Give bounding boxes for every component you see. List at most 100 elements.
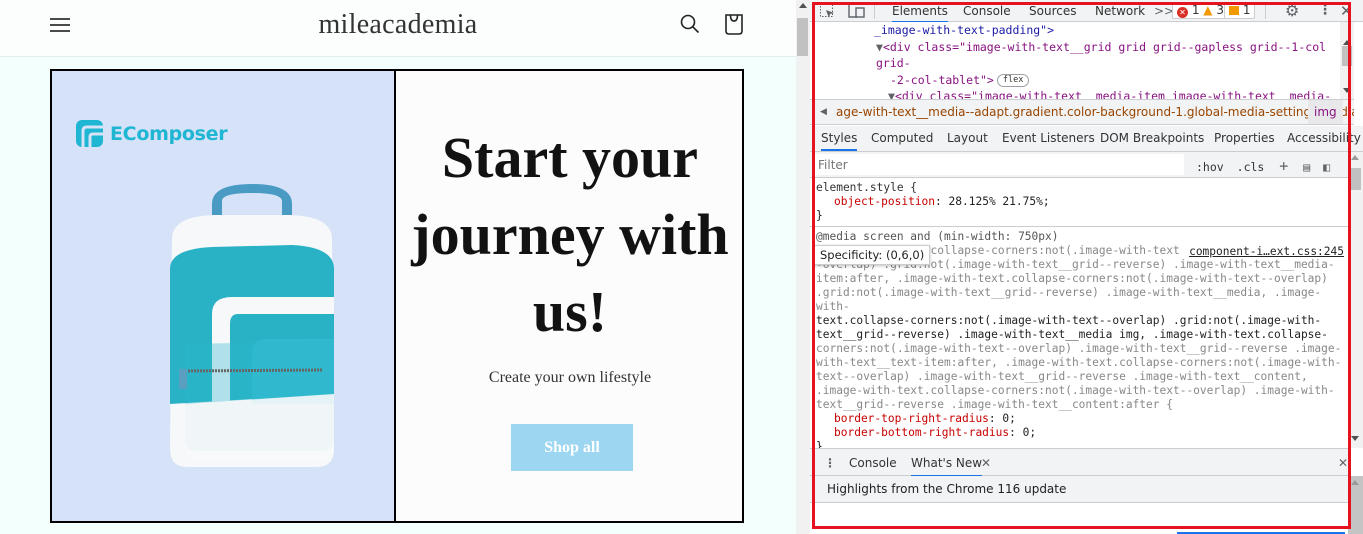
drawer-tab-whats-new[interactable]: What's New [911,456,983,477]
image-with-text-section: EComposer Start your journey with us! Cr… [50,69,744,523]
dom-tree-scrollbar[interactable] [1340,22,1354,99]
scroll-up-arrow-icon[interactable] [799,3,807,8]
tab-console[interactable]: Console [963,4,1011,18]
devtools-panel: Elements Console Sources Network >> ✕ 1 … [810,0,1363,534]
paint-brush-icon[interactable]: ▤ [1303,160,1310,174]
expand-arrow-icon[interactable]: ▼ [888,89,895,99]
text-panel: Start your journey with us! Create your … [398,71,742,521]
search-icon[interactable] [679,13,701,35]
property-name[interactable]: border-bottom-right-radius [834,426,1009,439]
issues-badge[interactable]: 1 [1224,2,1256,19]
selector-line: corners:not(.image-with-text--overlap) .… [816,342,1342,355]
style-declaration[interactable]: object-position: 28.125% 21.75%; [816,195,1342,209]
new-style-rule-icon[interactable]: + [1279,157,1288,175]
tab-layout[interactable]: Layout [947,131,988,145]
inspect-element-icon[interactable] [820,4,835,18]
ecomposer-logo-icon [76,120,103,147]
error-count: 1 [1191,3,1200,17]
error-icon: ✕ [1177,7,1188,18]
whats-new-content [810,503,1348,534]
dom-tree[interactable]: _image-with-text-padding"> ▼<div class="… [810,22,1340,99]
stylesheet-source-link[interactable]: component-i…ext.css:245 [1181,245,1344,259]
close-devtools-icon[interactable]: ✕ [1340,2,1353,20]
element-style-rule[interactable]: element.style { object-position: 28.125%… [810,178,1348,227]
style-declaration[interactable]: border-bottom-right-radius: 0; [816,426,1342,440]
media-query: @media screen and (min-width: 750px) [816,230,1059,243]
scroll-down-arrow-icon[interactable] [1351,436,1359,441]
hov-toggle[interactable]: :hov [1196,160,1224,174]
device-toolbar-icon[interactable] [848,4,865,18]
toggle-sidebar-icon[interactable]: ◧ [1323,160,1330,174]
property-value[interactable]: 0; [1023,426,1036,439]
dom-node-text: <div class="image-with-text__media-item … [894,89,1332,99]
rule-selector: .image-with-text.collapse-corners:not(.i… [816,244,1342,412]
style-declaration[interactable]: border-top-right-radius: 0; [816,412,1342,426]
toolbar-divider [874,3,875,19]
scroll-up-arrow-icon[interactable] [1351,480,1359,485]
selector-line: .image-with-text.collapse-corners:not(.i… [816,384,1335,397]
rule-selector: element.style { [816,181,918,194]
tab-event-listeners[interactable]: Event Listeners [1002,131,1095,145]
selector-line: text__grid--reverse) .image-with-text__m… [816,328,1328,341]
dom-line[interactable]: ▼<div class="image-with-text__media-item… [810,88,1340,99]
tab-properties[interactable]: Properties [1214,131,1275,145]
selector-line: item:after, .image-with-text.collapse-co… [816,272,1328,285]
cart-icon[interactable] [723,12,745,36]
close-drawer-icon[interactable]: ✕ [1338,456,1348,470]
tab-computed[interactable]: Computed [871,131,933,145]
devtools-toolbar: Elements Console Sources Network >> ✕ 1 … [810,0,1363,23]
more-options-icon[interactable]: ⋮ [1318,2,1332,18]
styles-scrollbar[interactable] [1348,152,1363,448]
tab-styles[interactable]: Styles [821,131,858,151]
error-warning-badge[interactable]: ✕ 1 ▲ 3 [1172,2,1229,19]
styles-pane-tabs: Styles Computed Layout Event Listeners D… [810,126,1363,152]
shop-all-button[interactable]: Shop all [511,424,633,471]
close-tab-icon[interactable]: ✕ [981,456,991,470]
toolbar-divider [1265,3,1266,19]
dom-line[interactable]: ▼<div class="image-with-text__grid grid … [810,39,1340,72]
media-panel: EComposer [52,71,396,521]
tab-accessibility[interactable]: Accessibility [1287,131,1361,145]
dom-line[interactable]: _image-with-text-padding"> [810,22,1340,39]
whats-new-headline[interactable]: Highlights from the Chrome 116 update [810,476,1348,503]
cls-toggle[interactable]: .cls [1237,160,1265,174]
store-name[interactable]: mileacademia [0,9,796,41]
styles-filter-input[interactable] [814,154,1184,175]
issues-icon [1229,6,1239,15]
scroll-down-arrow-icon[interactable] [1343,88,1351,93]
drawer-scrollbar[interactable] [1348,476,1363,534]
tab-elements[interactable]: Elements [892,4,948,23]
dom-node-text: <div class="image-with-text__grid grid g… [876,39,1327,71]
settings-gear-icon[interactable]: ⚙ [1285,1,1299,20]
tab-network[interactable]: Network [1095,4,1145,18]
warning-count: 3 [1216,3,1224,17]
scroll-up-arrow-icon[interactable] [1343,40,1351,45]
ecomposer-logo: EComposer [76,120,228,147]
specificity-tooltip: Specificity: (0,6,0) [814,245,931,265]
drawer-tab-console[interactable]: Console [849,456,897,470]
property-name[interactable]: object-position [834,195,935,208]
scrollbar-thumb[interactable] [797,18,808,56]
tab-dom-breakpoints[interactable]: DOM Breakpoints [1100,131,1204,145]
style-rules: element.style { object-position: 28.125%… [810,178,1348,448]
breadcrumb-left-arrow-icon[interactable]: ◀ [820,100,827,124]
scrollbar-thumb[interactable] [1342,46,1352,66]
site-header: mileacademia [0,0,796,57]
selector-line: text--overlap) .image-with-text__grid--r… [816,370,1308,383]
page-scrollbar[interactable] [796,0,810,534]
drawer-menu-icon[interactable]: ⋮ [824,456,836,470]
dom-node-text: -2-col-tablet"> [890,72,994,87]
scroll-up-arrow-icon[interactable] [1351,155,1359,160]
property-value[interactable]: 28.125% 21.75%; [949,195,1050,208]
property-name[interactable]: border-top-right-radius [834,412,989,425]
flex-badge[interactable]: flex [996,73,1030,87]
tab-sources[interactable]: Sources [1029,4,1076,18]
expand-arrow-icon[interactable]: ▼ [876,40,883,54]
breadcrumb-item[interactable]: age-with-text__media--adapt.gradient.col… [836,100,1354,124]
scrollbar-thumb[interactable] [1350,168,1361,190]
hero-headline: Start your journey with us! [411,125,729,344]
property-value[interactable]: 0; [1002,412,1015,425]
breadcrumb-item-img[interactable]: img [1308,100,1343,124]
backpack-image [170,184,334,467]
dom-line[interactable]: -2-col-tablet"> flex [810,72,1340,89]
